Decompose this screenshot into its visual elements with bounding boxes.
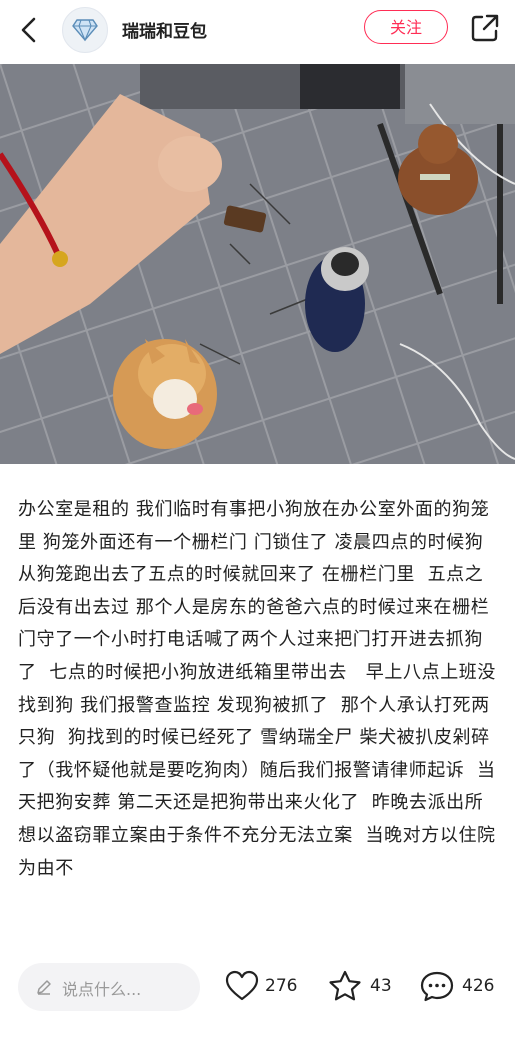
like-button[interactable]: 276 [225, 970, 305, 1004]
follow-button[interactable]: 关注 [364, 10, 448, 44]
star-icon [329, 970, 361, 1001]
collect-count: 43 [370, 976, 392, 996]
heart-icon [225, 970, 259, 1001]
author-avatar[interactable] [62, 7, 108, 53]
comment-input[interactable]: 说点什么... [18, 963, 200, 1011]
comment-placeholder: 说点什么... [62, 980, 142, 999]
like-count: 276 [265, 976, 298, 996]
comment-bubble-icon [420, 971, 454, 1002]
comment-button[interactable]: 426 [420, 970, 510, 1004]
comment-count: 426 [462, 976, 495, 996]
bottom-action-bar: 说点什么... 276 43 426 [0, 950, 515, 1047]
diamond-icon [72, 19, 98, 42]
post-photo[interactable] [0, 64, 515, 464]
author-name[interactable]: 瑞瑞和豆包 [122, 17, 207, 42]
photo-illustration [0, 64, 515, 464]
pencil-icon [37, 980, 51, 995]
share-icon[interactable] [469, 12, 501, 44]
top-bar: 瑞瑞和豆包 关注 [0, 0, 515, 64]
collect-button[interactable]: 43 [328, 970, 398, 1004]
back-arrow-icon[interactable] [14, 14, 46, 46]
post-body: 办公室是租的 我们临时有事把小狗放在办公室外面的狗笼里 狗笼外面还有一个栅栏门 … [18, 499, 497, 879]
